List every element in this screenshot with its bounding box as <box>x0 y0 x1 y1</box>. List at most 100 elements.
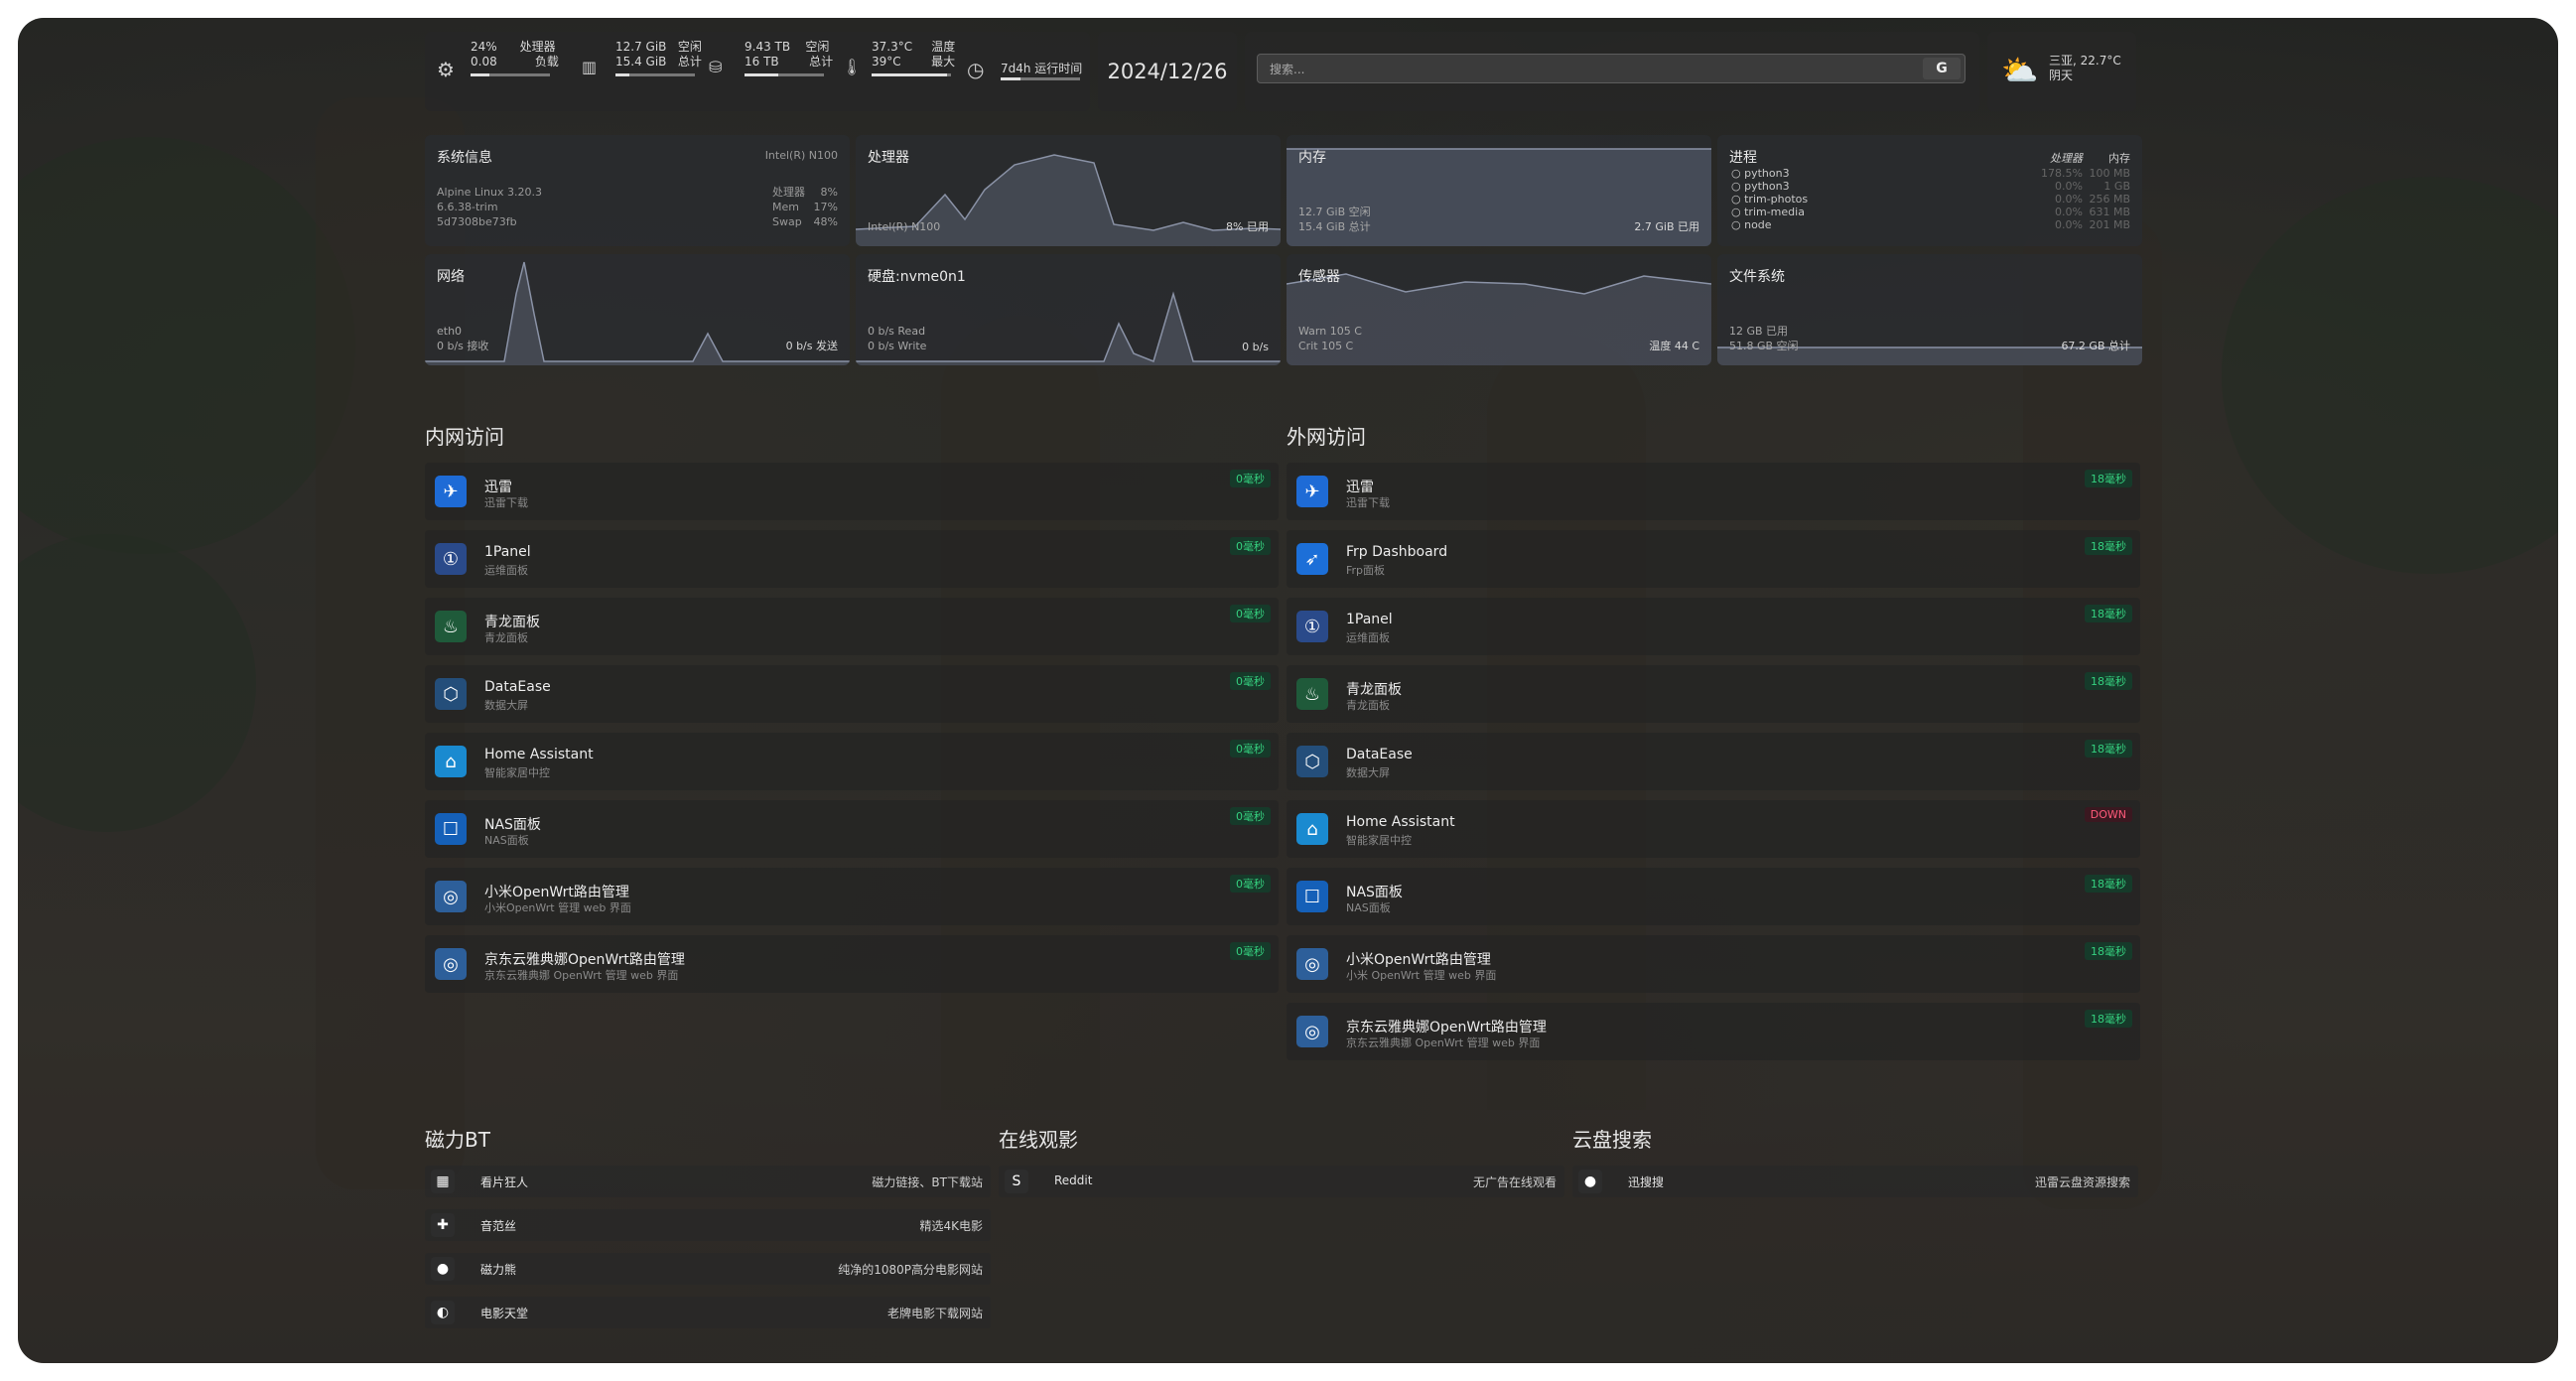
bookmark-icon: ● <box>431 1257 455 1281</box>
service-description: 小米 OpenWrt 管理 web 界面 <box>1346 969 1497 982</box>
hostname: 5d7308be73fb <box>437 215 517 228</box>
dataease-icon: ⬡ <box>1296 746 1328 777</box>
service-name: 小米OpenWrt路由管理 <box>1346 952 1491 968</box>
openwrt-icon: ◎ <box>1296 1016 1328 1047</box>
service-tile[interactable]: ✈ 迅雷 迅雷下载 0毫秒 <box>425 463 1279 520</box>
service-name: 迅雷 <box>1346 480 1374 495</box>
service-tile[interactable]: ◎ 小米OpenWrt路由管理 小米OpenWrt 管理 web 界面 0毫秒 <box>425 868 1279 925</box>
bookmark-name: 磁力熊 <box>480 1263 517 1277</box>
frp-icon: ➶ <box>1296 543 1328 575</box>
service-tile[interactable]: ◎ 小米OpenWrt路由管理 小米 OpenWrt 管理 web 界面 18毫秒 <box>1287 935 2140 993</box>
sys-mem-value: 17% <box>813 201 838 213</box>
latency-badge: 0毫秒 <box>1230 470 1271 487</box>
disk-free-label: 空闲 <box>805 40 830 54</box>
sys-cpu-label: 处理器 <box>772 186 805 199</box>
bookmark-link[interactable]: ◐ 电影天堂 老牌电影下载网站 <box>425 1297 991 1328</box>
service-description: 运维面板 <box>1346 631 1390 644</box>
process-mem: 631 MB <box>2089 206 2130 218</box>
service-tile[interactable]: ☐ NAS面板 NAS面板 18毫秒 <box>1287 868 2140 925</box>
bookmark-name: 看片狂人 <box>480 1175 529 1189</box>
bookmark-link[interactable]: ▦ 看片狂人 磁力链接、BT下载站 <box>425 1166 991 1197</box>
latency-badge: 18毫秒 <box>2085 740 2132 758</box>
1panel-icon: ① <box>1296 611 1328 642</box>
search-input[interactable]: 搜索... G <box>1257 54 1966 83</box>
service-description: NAS面板 <box>484 834 529 847</box>
sys-swap-value: 48% <box>813 215 838 228</box>
cpu-model: Intel(R) N100 <box>868 220 941 233</box>
temp-label: 温度 <box>931 40 956 54</box>
service-name: Frp Dashboard <box>1346 544 1448 560</box>
latency-badge: 0毫秒 <box>1230 740 1271 758</box>
uptime-stat: 7d4h 运行时间 <box>1001 62 1082 80</box>
bookmark-link[interactable]: ● 迅搜搜 迅雷云盘资源搜索 <box>1572 1166 2138 1197</box>
openwrt-icon: ◎ <box>435 881 467 912</box>
bird-icon: ✈ <box>435 476 467 507</box>
disk-write: 0 b/s Write <box>868 340 927 352</box>
kernel-version: 6.6.38-trim <box>437 201 498 213</box>
service-tile[interactable]: ✈ 迅雷 迅雷下载 18毫秒 <box>1287 463 2140 520</box>
service-tile[interactable]: ⬡ DataEase 数据大屏 18毫秒 <box>1287 733 2140 790</box>
service-name: NAS面板 <box>484 817 541 833</box>
bookmark-link[interactable]: ✚ 音范丝 精选4K电影 <box>425 1209 991 1241</box>
process-cpu: 0.0% <box>2055 206 2083 218</box>
service-tile[interactable]: ◎ 京东云雅典娜OpenWrt路由管理 京东云雅典娜 OpenWrt 管理 web … <box>425 935 1279 993</box>
service-name: 京东云雅典娜OpenWrt路由管理 <box>484 952 685 968</box>
cpu-load: 0.08 <box>471 55 497 69</box>
service-description: 京东云雅典娜 OpenWrt 管理 web 界面 <box>1346 1036 1541 1049</box>
process-cpu: 178.5% <box>2041 167 2083 180</box>
service-tile[interactable]: ♨ 青龙面板 青龙面板 18毫秒 <box>1287 665 2140 723</box>
cpu-column-header: 处理器 <box>2050 152 2083 165</box>
service-description: 青龙面板 <box>1346 699 1390 712</box>
mem-column-header: 内存 <box>2108 152 2130 165</box>
memory-icon: ▥ <box>582 58 598 76</box>
service-tile[interactable]: ① 1Panel 运维面板 0毫秒 <box>425 530 1279 588</box>
temp-max: 39°C <box>872 55 901 69</box>
service-tile[interactable]: ⬡ DataEase 数据大屏 0毫秒 <box>425 665 1279 723</box>
process-name: trim-photos <box>1744 193 1809 206</box>
service-tile[interactable]: ◎ 京东云雅典娜OpenWrt路由管理 京东云雅典娜 OpenWrt 管理 web … <box>1287 1003 2140 1060</box>
bookmark-link[interactable]: S Reddit 无广告在线观看 <box>999 1166 1564 1197</box>
sys-swap-label: Swap <box>772 215 802 228</box>
home-icon: ⌂ <box>1296 813 1328 845</box>
process-name: python3 <box>1744 167 1790 180</box>
service-tile[interactable]: ☐ NAS面板 NAS面板 0毫秒 <box>425 800 1279 858</box>
service-name: DataEase <box>1346 747 1413 762</box>
service-name: 青龙面板 <box>484 615 540 630</box>
disk-bar-fill <box>745 73 778 76</box>
cpu-bar-fill <box>471 73 490 76</box>
openwrt-icon: ◎ <box>435 948 467 980</box>
net-interface: eth0 <box>437 325 463 338</box>
cpu-used: 8% 已用 <box>1226 220 1269 233</box>
thermometer-icon: 🌡 <box>842 58 863 76</box>
filesystem-widget: 文件系统 12 GB 已用 51.8 GB 空闲 67.2 GB 总计 <box>1717 254 2142 365</box>
service-tile[interactable]: ♨ 青龙面板 青龙面板 0毫秒 <box>425 598 1279 655</box>
bookmark-description: 迅雷云盘资源搜索 <box>2034 1175 2130 1189</box>
service-tile[interactable]: ⌂ Home Assistant 智能家居中控 DOWN <box>1287 800 2140 858</box>
search-engine-button[interactable]: G <box>1923 58 1961 79</box>
bird-icon: ✈ <box>1296 476 1328 507</box>
service-tile[interactable]: ⌂ Home Assistant 智能家居中控 0毫秒 <box>425 733 1279 790</box>
bookmark-icon: ◐ <box>431 1301 455 1324</box>
sys-cpu-value: 8% <box>820 186 838 199</box>
dashboard-frame: ⚙ 24% 处理器 0.08 负载 ▥ 12.7 GiB 空闲 15.4 GiB… <box>18 18 2558 1363</box>
cpu-usage: 24% <box>471 40 497 54</box>
sensor-temp: 温度 44 C <box>1649 340 1699 352</box>
date-display: 2024/12/26 <box>1107 60 1228 83</box>
process-row: ○ python3 <box>1731 180 1790 193</box>
bookmark-description: 精选4K电影 <box>919 1219 983 1233</box>
bt-section-title: 磁力BT <box>425 1128 490 1152</box>
mem-used: 2.7 GiB 已用 <box>1634 220 1699 233</box>
bookmark-link[interactable]: ● 磁力熊 纯净的1080P高分电影网站 <box>425 1253 991 1285</box>
bookmark-icon: ▦ <box>431 1170 455 1193</box>
service-tile[interactable]: ① 1Panel 运维面板 18毫秒 <box>1287 598 2140 655</box>
disk-widget: 硬盘:nvme0n1 0 b/s Read 0 b/s Write 0 b/s <box>856 254 1281 365</box>
service-tile[interactable]: ➶ Frp Dashboard Frp面板 18毫秒 <box>1287 530 2140 588</box>
service-name: 1Panel <box>1346 612 1393 627</box>
service-name: 1Panel <box>484 544 531 560</box>
process-row: ○ python3 <box>1731 167 1790 180</box>
disk-read: 0 b/s Read <box>868 325 926 338</box>
service-description: 京东云雅典娜 OpenWrt 管理 web 界面 <box>484 969 679 982</box>
bookmark-name: Reddit <box>1054 1174 1093 1187</box>
service-description: Frp面板 <box>1346 564 1386 577</box>
temp-max-label: 最大 <box>931 55 956 69</box>
